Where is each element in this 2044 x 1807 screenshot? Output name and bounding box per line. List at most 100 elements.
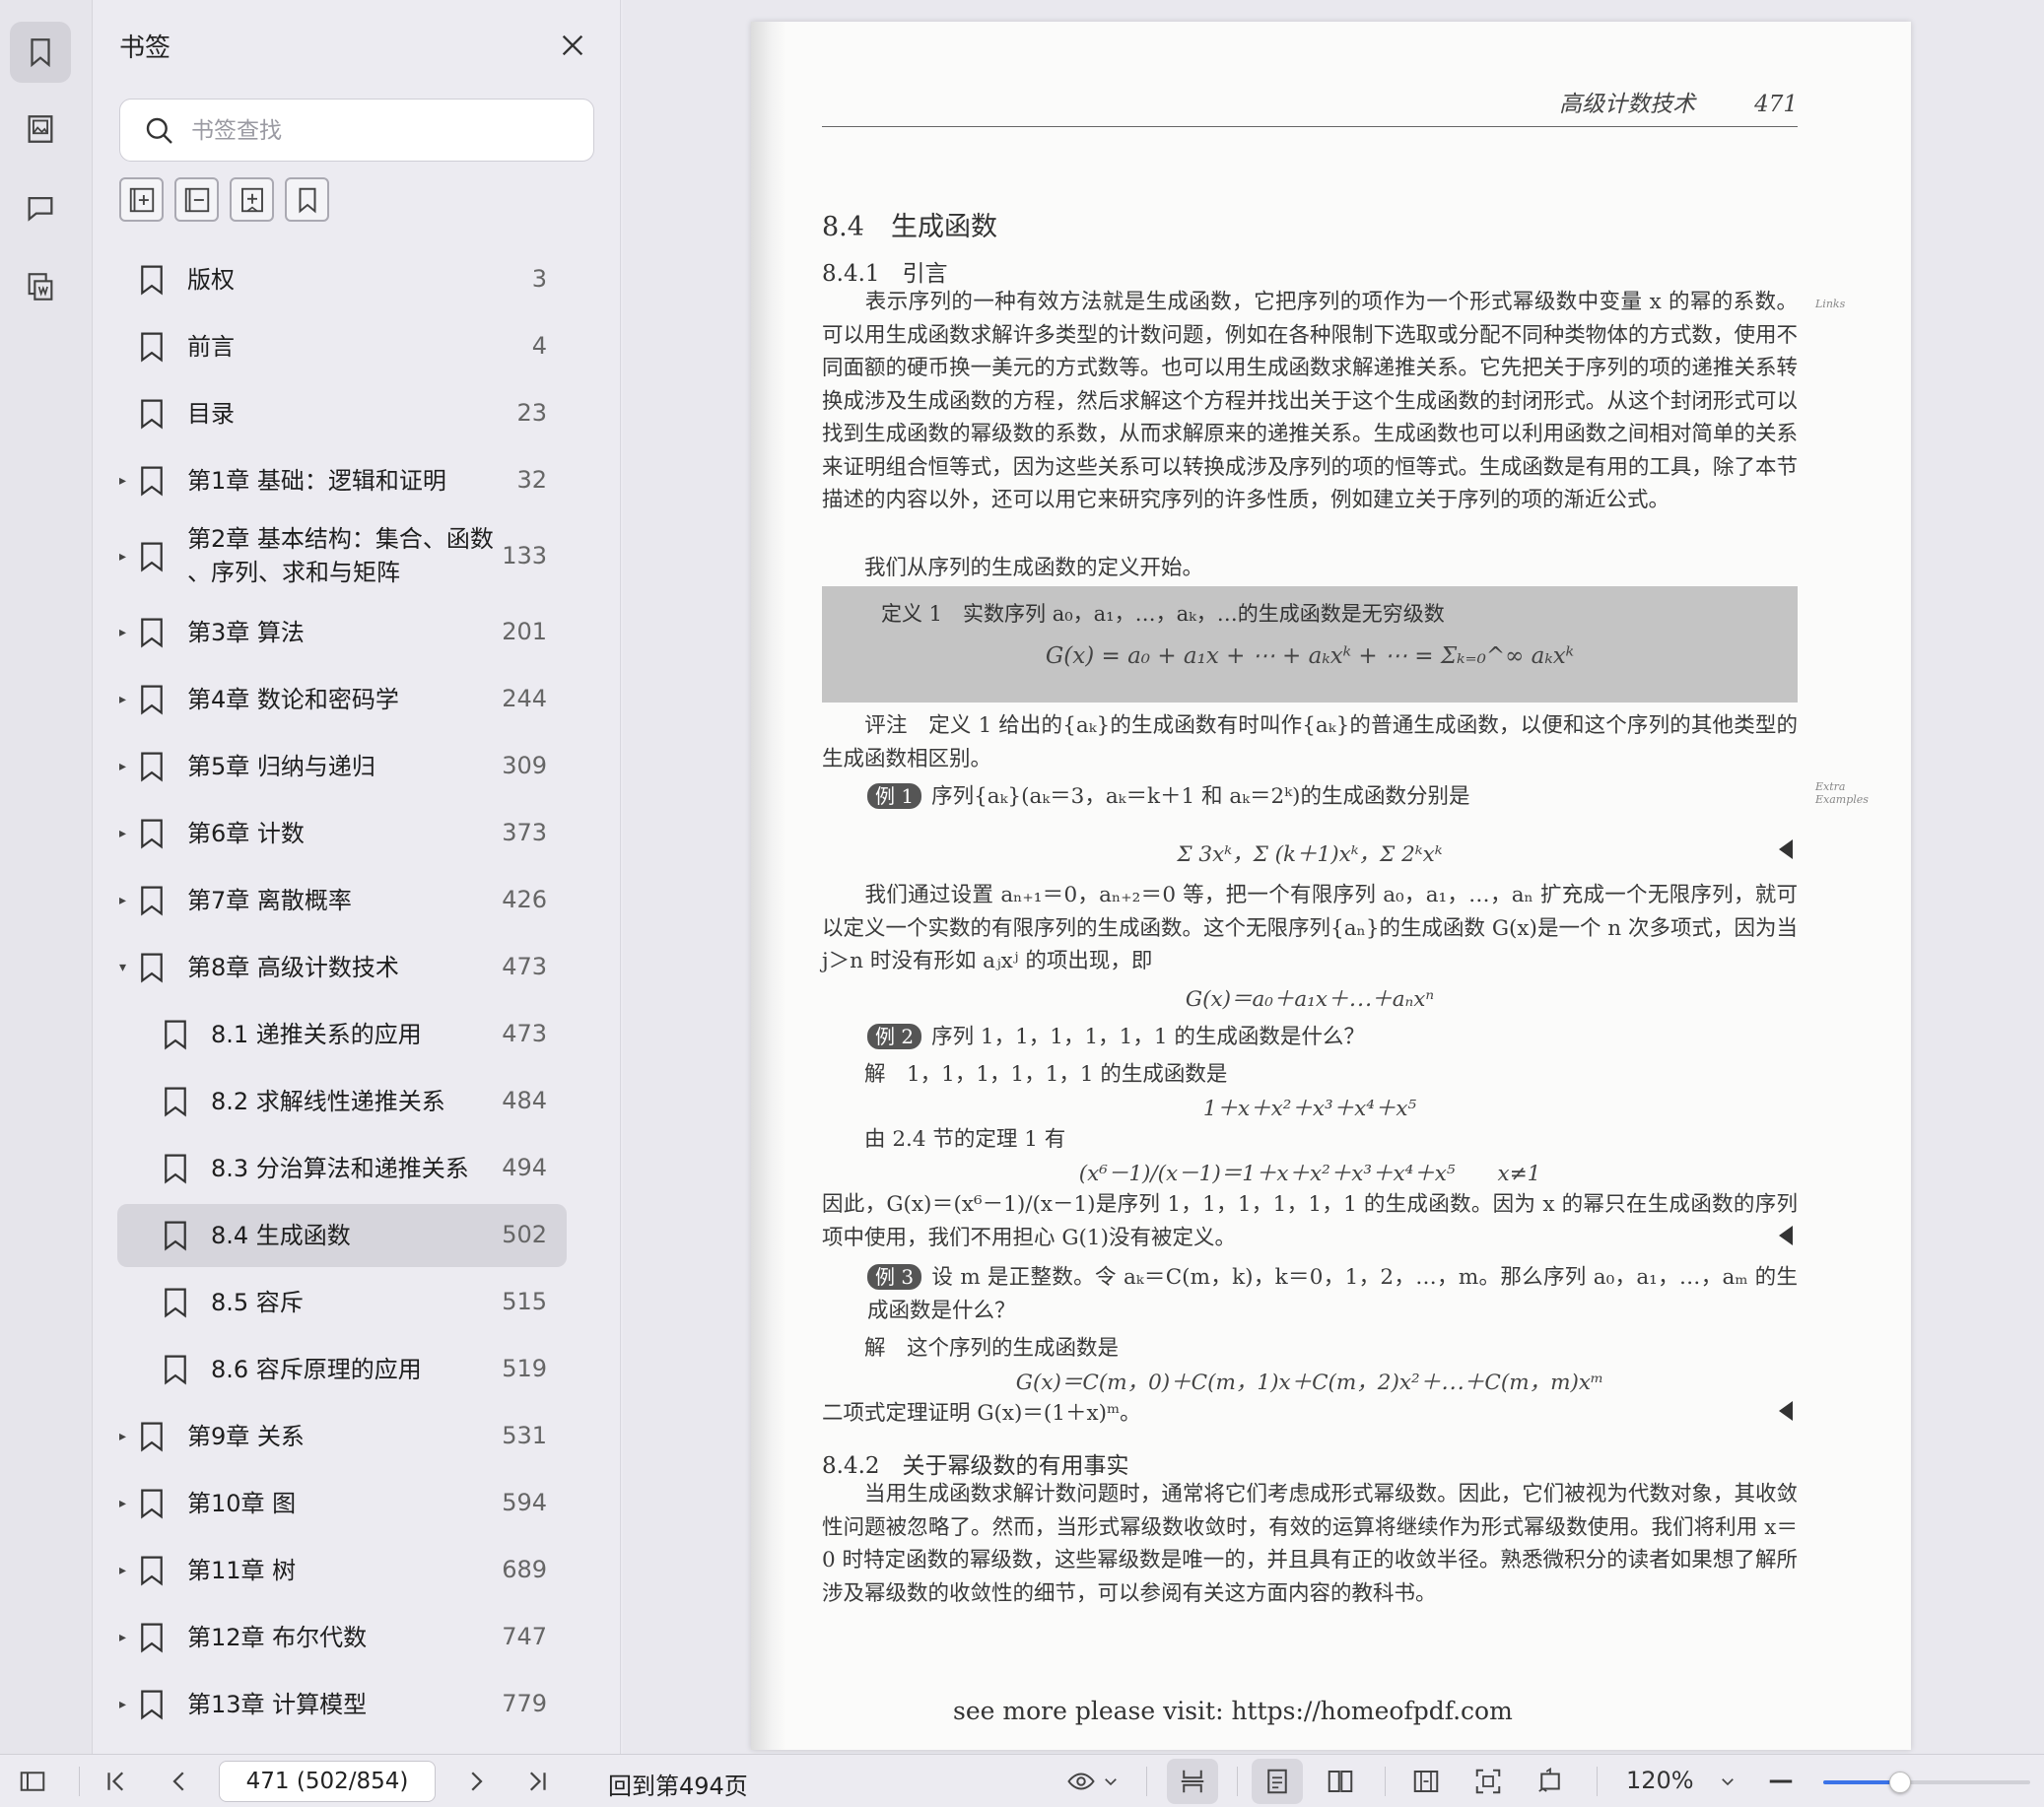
close-icon[interactable] [557, 30, 588, 61]
bookmark-page-number: 373 [502, 819, 547, 846]
thumbnails-tab[interactable] [10, 99, 71, 160]
caret-right-icon[interactable]: ▸ [119, 759, 135, 774]
previous-page-icon[interactable] [165, 1767, 194, 1796]
caret-down-icon[interactable]: ▾ [119, 960, 135, 975]
toolbar-separator [1385, 1767, 1386, 1796]
bookmark-item[interactable]: 8.2 求解线性递推关系 484 [117, 1070, 567, 1133]
bookmark-item[interactable]: ▸ 第5章 归纳与递归 309 [117, 735, 567, 798]
zoom-out-icon[interactable] [1766, 1767, 1796, 1796]
example-2-conclusion: 因此，G(x)＝(x⁶－1)/(x－1)是序列 1，1，1，1，1，1 的生成函… [822, 1192, 1798, 1250]
page-number-input[interactable] [219, 1761, 436, 1802]
caret-right-icon[interactable]: ▸ [119, 1697, 135, 1712]
zoom-level[interactable]: 120% [1626, 1767, 1694, 1794]
margin-extra-examples[interactable]: Extra Examples [1815, 780, 1874, 806]
bookmark-item[interactable]: 8.5 容斥 515 [117, 1271, 567, 1334]
two-page-icon[interactable] [1326, 1767, 1355, 1796]
caret-right-icon[interactable]: ▸ [119, 893, 135, 908]
caret-right-icon[interactable]: ▸ [119, 1563, 135, 1578]
bookmark-item[interactable]: 目录 23 [117, 382, 567, 445]
bookmark-item[interactable]: 8.3 分治算法和递推关系 494 [117, 1137, 567, 1200]
bookmark-page-number: 484 [502, 1087, 547, 1114]
bookmark-label: 第2章 基本结构：集合、函数 、序列、求和与矩阵 [187, 522, 494, 589]
search-icon [146, 117, 172, 144]
annotation-list-icon [28, 273, 53, 301]
continuous-scroll-icon[interactable] [1178, 1767, 1207, 1796]
subsection-title-2: 8.4.2 关于幂级数的有用事实 [822, 1453, 1129, 1479]
bookmark-label: 前言 [187, 333, 235, 361]
bookmark-item[interactable]: ▸ 第10章 图 594 [117, 1472, 567, 1535]
bookmark-label: 8.2 求解线性递推关系 [211, 1088, 445, 1115]
search-input[interactable] [191, 111, 566, 151]
bookmark-label: 目录 [187, 400, 235, 428]
example-3-solution: 解 这个序列的生成函数是 [822, 1336, 1120, 1361]
bookmark-item[interactable]: 版权 3 [117, 248, 567, 311]
example-1-formula: Σ 3xᵏ，Σ (k＋1)xᵏ，Σ 2ᵏxᵏ [1177, 842, 1443, 867]
bookmark-icon [161, 1085, 190, 1118]
caret-right-icon[interactable]: ▸ [119, 473, 135, 489]
caret-right-icon[interactable]: ▸ [119, 625, 135, 640]
bookmark-label: 版权 [187, 266, 235, 294]
go-back-link[interactable]: 回到第494页 [608, 1767, 748, 1801]
example-2: 例 2 序列 1，1，1，1，1，1 的生成函数是什么？ [822, 1021, 1798, 1054]
bookmark-page-number: 473 [502, 1020, 547, 1047]
bookmark-item[interactable]: 8.6 容斥原理的应用 519 [117, 1338, 567, 1401]
rotate-icon[interactable] [1535, 1767, 1565, 1796]
bookmark-item[interactable]: ▸ 第6章 计数 373 [117, 802, 567, 865]
sidebar-toggle-icon[interactable] [18, 1767, 47, 1796]
bookmark-item[interactable]: ▸ 第12章 布尔代数 747 [117, 1606, 567, 1669]
margin-links[interactable]: Links [1815, 298, 1845, 310]
bookmark-item[interactable]: 8.1 递推关系的应用 473 [117, 1003, 567, 1066]
zoom-dropdown-icon[interactable] [1719, 1767, 1737, 1796]
bookmark-item[interactable]: ▸ 第9章 关系 531 [117, 1405, 567, 1468]
bookmark-item[interactable]: ▸ 第1章 基础：逻辑和证明 32 [117, 449, 567, 512]
bookmark-panel: 书签 版权 3 前言 4 目录 23 ▸ 第1章 基础：逻辑和证明 32 ▸ 第2章 基本结构：集合… [94, 0, 705, 1754]
bookmark-page-number: 32 [516, 466, 547, 494]
bookmark-item[interactable]: ▸ 第3章 算法 201 [117, 601, 567, 664]
caret-right-icon[interactable]: ▸ [119, 549, 135, 565]
annotations-tab[interactable] [10, 256, 71, 317]
eye-icon[interactable] [1064, 1767, 1098, 1796]
bookmark-icon [137, 464, 167, 498]
first-page-icon[interactable] [102, 1767, 131, 1796]
bookmark-icon [137, 616, 167, 649]
add-bookmark-button[interactable] [230, 177, 274, 222]
bookmark-outline-icon [299, 187, 315, 213]
comments-tab[interactable] [10, 177, 71, 238]
caret-right-icon[interactable]: ▸ [119, 1630, 135, 1645]
bookmark-page-number: 309 [502, 752, 547, 779]
caret-right-icon[interactable]: ▸ [119, 826, 135, 841]
fit-width-icon[interactable] [1411, 1767, 1441, 1796]
caret-right-icon[interactable]: ▸ [119, 1496, 135, 1511]
bookmark-icon [137, 1688, 167, 1721]
bookmark-icon [161, 1219, 190, 1252]
single-page-icon[interactable] [1262, 1767, 1292, 1796]
zoom-slider-handle[interactable] [1888, 1772, 1911, 1793]
last-page-icon[interactable] [522, 1767, 552, 1796]
bookmark-page-number: 4 [531, 332, 547, 360]
bookmark-item[interactable]: 前言 4 [117, 315, 567, 378]
bookmark-item[interactable]: ▸ 第13章 计算模型 779 [117, 1673, 567, 1736]
bookmark-page-number: 494 [502, 1154, 547, 1181]
caret-right-icon[interactable]: ▸ [119, 692, 135, 707]
next-page-icon[interactable] [461, 1767, 491, 1796]
caret-right-icon[interactable]: ▸ [119, 1429, 135, 1444]
collapse-all-button[interactable] [174, 177, 219, 222]
chevron-down-icon[interactable] [1102, 1767, 1120, 1796]
expand-all-button[interactable] [119, 177, 164, 222]
bookmark-item[interactable]: ▾ 第8章 高级计数技术 473 [117, 936, 567, 999]
comment-icon [28, 196, 53, 222]
bookmark-item[interactable]: ▸ 第11章 树 689 [117, 1539, 567, 1602]
bookmark-item[interactable]: ▸ 第7章 离散概率 426 [117, 869, 567, 932]
bookmarks-tab[interactable] [10, 22, 71, 83]
bookmark-item[interactable]: ▸ 第4章 数论和密码学 244 [117, 668, 567, 731]
bookmark-label: 第3章 算法 [187, 619, 305, 646]
bookmark-item[interactable]: 8.4 生成函数 502 [117, 1204, 567, 1267]
bookmark-item[interactable]: ▸ 第2章 基本结构：集合、函数 、序列、求和与矩阵 133 [117, 516, 567, 597]
zoom-slider[interactable] [1823, 1772, 2030, 1793]
bookmark-page-number: 531 [502, 1422, 547, 1449]
bookmark-settings-button[interactable] [285, 177, 329, 222]
fit-page-icon[interactable] [1473, 1767, 1503, 1796]
end-example-icon [1779, 1226, 1793, 1245]
bookmark-icon [137, 951, 167, 984]
bookmark-icon [137, 1621, 167, 1654]
